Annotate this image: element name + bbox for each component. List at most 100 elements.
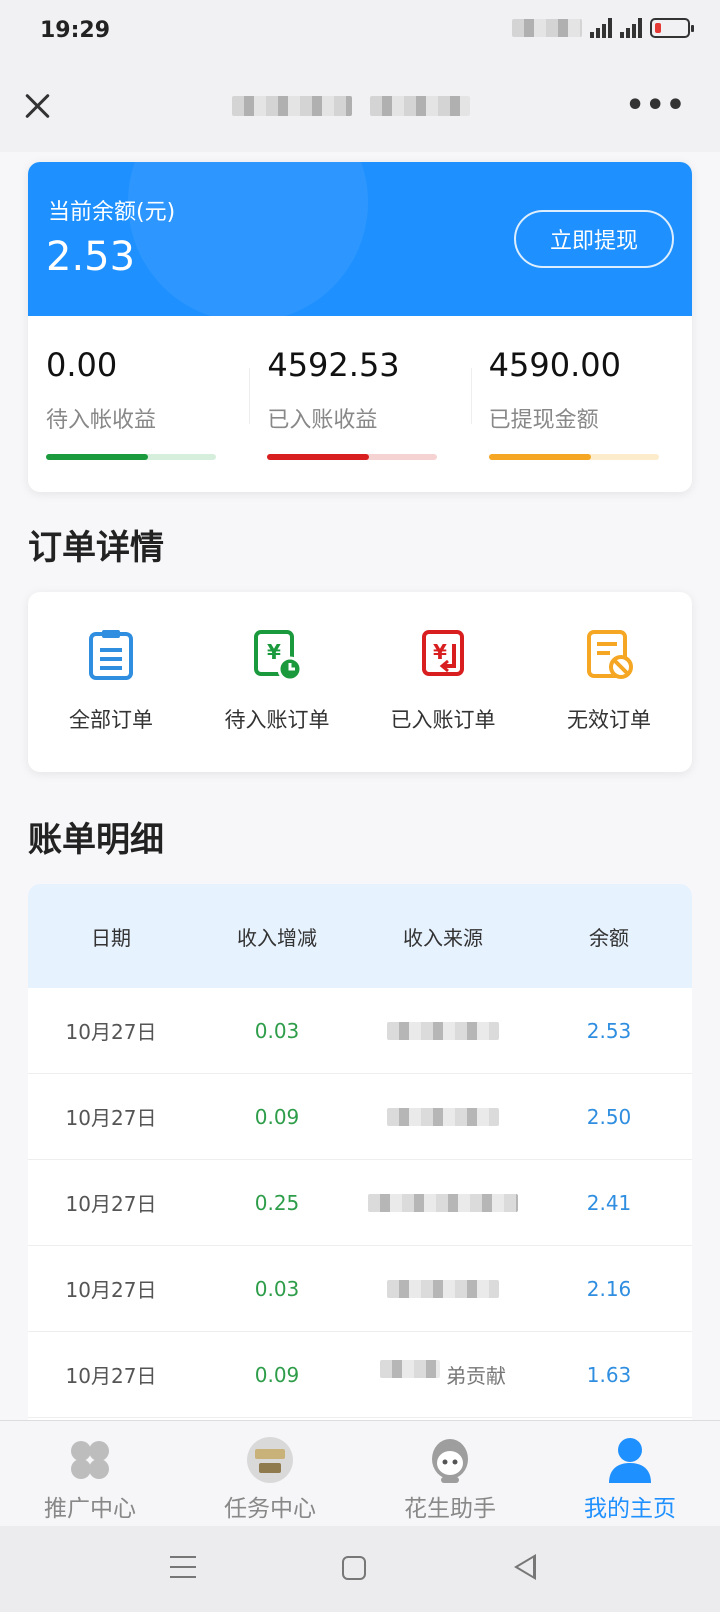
menu-icon[interactable] xyxy=(170,1556,196,1578)
cell-change: 0.09 xyxy=(254,1104,300,1129)
column-header-balance: 余额 xyxy=(589,925,629,950)
stat-progress-fill xyxy=(46,454,148,460)
obscured-status xyxy=(512,19,582,37)
cell-change: 0.25 xyxy=(254,1190,300,1215)
page-title-obscured xyxy=(232,96,470,116)
table-row[interactable]: 10月27日 0.09 弟贡献 1.63 xyxy=(28,1332,692,1418)
stat-credited[interactable]: 4592.53 已入账收益 xyxy=(249,316,470,492)
svg-text:¥: ¥ xyxy=(433,640,447,664)
cell-balance: 2.50 xyxy=(586,1104,632,1129)
cell-source: 弟贡献 xyxy=(360,1360,526,1389)
obscured-source xyxy=(387,1107,499,1126)
tab-assistant[interactable]: 花生助手 xyxy=(360,1421,540,1526)
order-credited[interactable]: ¥ 已入账订单 xyxy=(360,592,526,772)
back-icon[interactable] xyxy=(514,1554,536,1580)
obscured-source xyxy=(368,1193,518,1212)
table-row[interactable]: 10月27日 0.09 2.50 xyxy=(28,1074,692,1160)
table-row[interactable]: 10月27日 0.25 2.41 xyxy=(28,1160,692,1246)
cell-balance: 1.63 xyxy=(586,1362,632,1387)
stat-progress-bar xyxy=(267,454,438,460)
obscured-title-part xyxy=(232,96,352,116)
main-content[interactable]: 当前余额(元) 2.53 立即提现 0.00 待入帐收益 4592.53 已入账… xyxy=(0,152,720,1420)
yen-return-icon: ¥ xyxy=(422,630,464,676)
order-all[interactable]: 全部订单 xyxy=(28,592,194,772)
column-header-date: 日期 xyxy=(91,925,131,950)
balance-card: 当前余额(元) 2.53 立即提现 0.00 待入帐收益 4592.53 已入账… xyxy=(28,162,692,492)
signal-icon xyxy=(620,18,642,38)
yen-clock-icon: ¥ xyxy=(254,630,302,682)
order-label: 无效订单 xyxy=(567,708,651,732)
tab-label: 我的主页 xyxy=(584,1496,676,1522)
home-icon[interactable] xyxy=(342,1556,366,1580)
tab-label: 任务中心 xyxy=(224,1496,316,1522)
obscured-source xyxy=(380,1360,440,1378)
cell-source xyxy=(360,1021,526,1040)
withdraw-button[interactable]: 立即提现 xyxy=(514,210,674,268)
obscured-source xyxy=(387,1279,499,1298)
order-label: 已入账订单 xyxy=(390,708,496,732)
cell-balance: 2.41 xyxy=(586,1190,632,1215)
assistant-avatar-icon xyxy=(432,1439,468,1483)
cell-change: 0.03 xyxy=(254,1276,300,1301)
stat-label: 已提现金额 xyxy=(488,408,599,433)
tab-task-center[interactable]: 任务中心 xyxy=(180,1421,360,1526)
tab-label: 花生助手 xyxy=(404,1496,496,1522)
battery-icon xyxy=(650,18,694,38)
order-label: 待入账订单 xyxy=(224,708,330,732)
table-header: 日期 收入增减 收入来源 余额 xyxy=(28,884,692,988)
obscured-source xyxy=(387,1021,499,1040)
invalid-doc-icon xyxy=(587,630,633,679)
close-icon[interactable] xyxy=(20,88,56,124)
clover-icon xyxy=(71,1441,109,1479)
clipboard-icon xyxy=(89,630,133,680)
table-row[interactable]: 10月27日 0.03 2.16 xyxy=(28,1246,692,1332)
stat-value: 4590.00 xyxy=(488,346,621,384)
cell-source xyxy=(360,1193,526,1212)
system-nav-bar xyxy=(0,1526,720,1612)
stat-label: 已入账收益 xyxy=(267,408,378,433)
stat-pending[interactable]: 0.00 待入帐收益 xyxy=(28,316,249,492)
stat-progress-bar xyxy=(488,454,659,460)
tab-my-home[interactable]: 我的主页 xyxy=(540,1421,720,1526)
task-badge-icon xyxy=(247,1437,293,1483)
order-pending[interactable]: ¥ 待入账订单 xyxy=(194,592,360,772)
bottom-tab-bar: 推广中心 任务中心 花生助手 我的主页 xyxy=(0,1420,720,1526)
signal-icon xyxy=(590,18,612,38)
cell-date: 10月27日 xyxy=(65,1192,157,1216)
cell-date: 10月27日 xyxy=(65,1020,157,1044)
status-bar: 19:29 xyxy=(0,0,720,64)
status-time: 19:29 xyxy=(40,18,111,43)
balance-label: 当前余额(元) xyxy=(48,200,176,225)
more-icon[interactable]: ••• xyxy=(625,91,686,121)
stat-withdrawn[interactable]: 4590.00 已提现金额 xyxy=(470,316,692,492)
stat-value: 0.00 xyxy=(46,346,118,384)
earnings-stats: 0.00 待入帐收益 4592.53 已入账收益 4590.00 已提现金额 xyxy=(28,316,692,492)
stat-label: 待入帐收益 xyxy=(46,408,157,433)
stat-progress-bar xyxy=(46,454,216,460)
orders-section-title: 订单详情 xyxy=(28,528,164,568)
cell-balance: 2.16 xyxy=(586,1276,632,1301)
balance-header: 当前余额(元) 2.53 立即提现 xyxy=(28,162,692,316)
stat-value: 4592.53 xyxy=(267,346,400,384)
tab-label: 推广中心 xyxy=(44,1496,136,1522)
cell-source xyxy=(360,1107,526,1126)
column-header-change: 收入增减 xyxy=(237,925,317,950)
source-text: 弟贡献 xyxy=(446,1364,506,1388)
bills-section-title: 账单明细 xyxy=(28,820,164,860)
column-header-source: 收入来源 xyxy=(403,925,483,950)
stat-progress-fill xyxy=(267,454,370,460)
bill-table: 日期 收入增减 收入来源 余额 10月27日 0.03 2.53 10月27日 … xyxy=(28,884,692,1420)
stat-progress-fill xyxy=(488,454,591,460)
cell-date: 10月27日 xyxy=(65,1106,157,1130)
tab-promotion-center[interactable]: 推广中心 xyxy=(0,1421,180,1526)
cell-change: 0.09 xyxy=(254,1362,300,1387)
svg-text:¥: ¥ xyxy=(267,640,281,664)
balance-value: 2.53 xyxy=(46,234,136,280)
order-label: 全部订单 xyxy=(69,708,153,732)
cell-date: 10月27日 xyxy=(65,1278,157,1302)
orders-card: 全部订单 ¥ 待入账订单 ¥ 已入账订单 无效订单 xyxy=(28,592,692,772)
table-row[interactable]: 10月27日 0.03 2.53 xyxy=(28,988,692,1074)
order-invalid[interactable]: 无效订单 xyxy=(526,592,692,772)
cell-change: 0.03 xyxy=(254,1018,300,1043)
cell-source xyxy=(360,1279,526,1298)
